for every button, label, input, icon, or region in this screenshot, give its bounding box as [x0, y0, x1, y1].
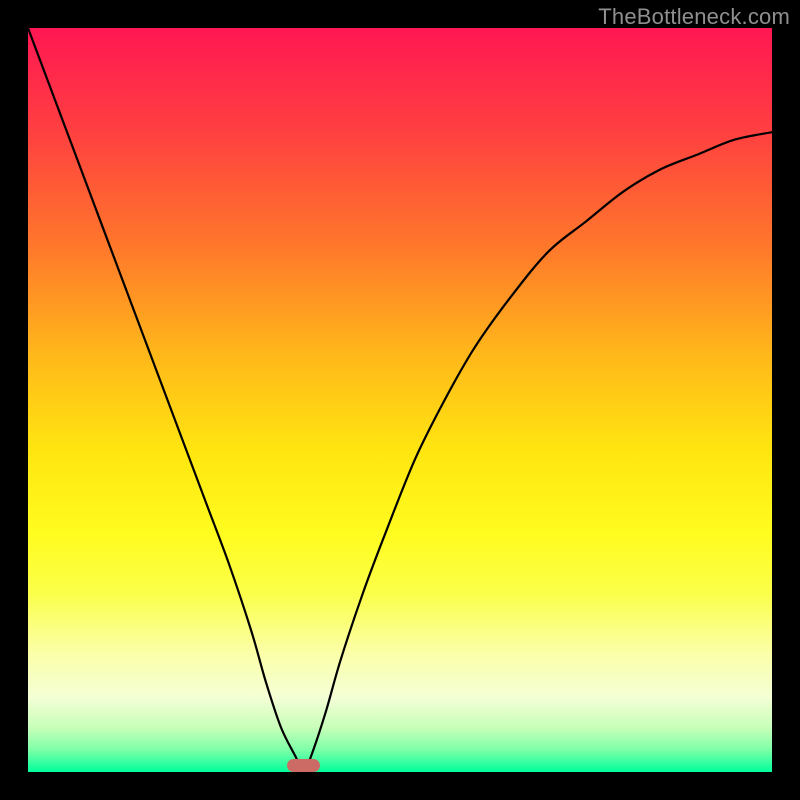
plot-area	[28, 28, 772, 772]
bottleneck-curve	[28, 28, 772, 772]
watermark-text: TheBottleneck.com	[598, 4, 790, 30]
optimum-marker	[287, 759, 320, 772]
chart-frame: TheBottleneck.com	[0, 0, 800, 800]
curve-svg	[28, 28, 772, 772]
